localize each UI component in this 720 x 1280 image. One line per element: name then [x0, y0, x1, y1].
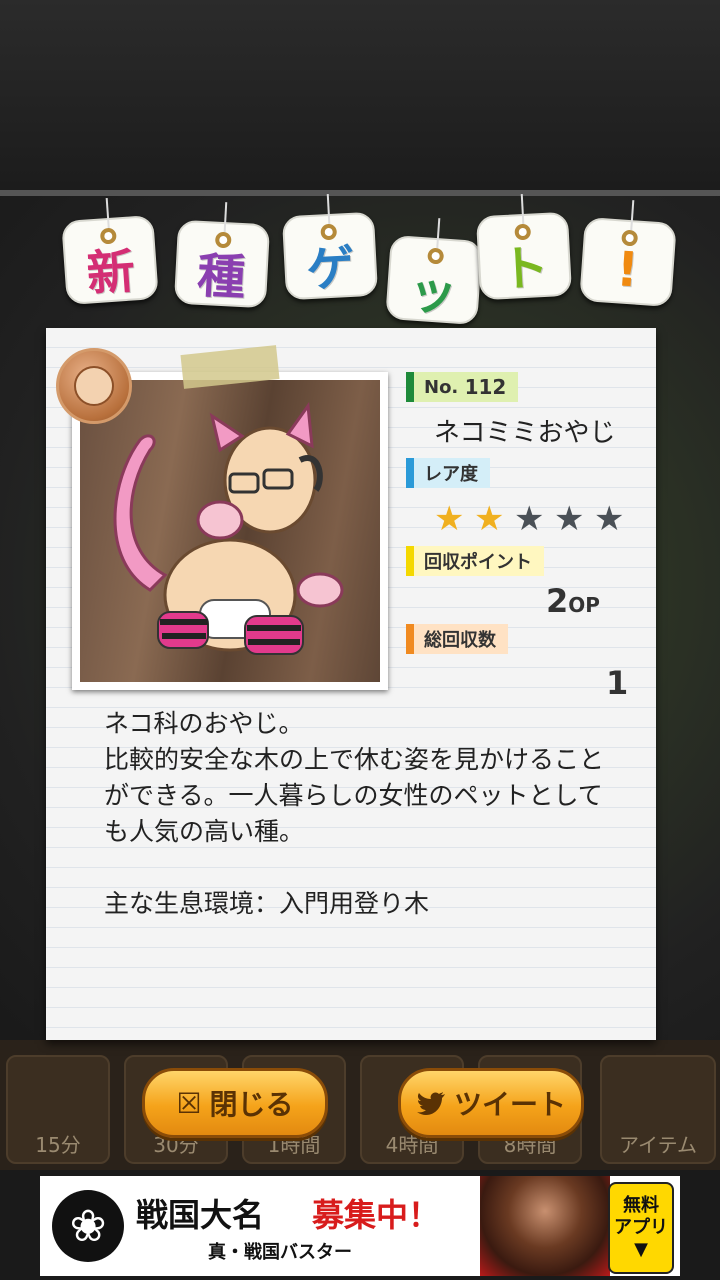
- creature-illustration: [113, 401, 344, 655]
- tweet-button-label: ツイート: [453, 1088, 566, 1121]
- total-label: 総回収数: [406, 624, 508, 654]
- top-status-area: [0, 0, 720, 190]
- points-value: 2OP: [546, 582, 600, 620]
- total-value: 1: [606, 664, 629, 702]
- badge-line-2: アプリ: [614, 1217, 668, 1238]
- header-tag-1: 新: [61, 198, 159, 306]
- points-unit: OP: [568, 593, 600, 617]
- header-char: !: [614, 241, 641, 299]
- points-label: 回収ポイント: [406, 546, 544, 576]
- close-button-label: 閉じる: [209, 1088, 294, 1121]
- ad-title: 戦国大名: [136, 1196, 265, 1234]
- tray-item-15min: 15分: [6, 1055, 110, 1164]
- points-number: 2: [546, 582, 569, 620]
- star-empty-icon: ★: [514, 499, 545, 539]
- rarity-label: レア度: [406, 458, 490, 488]
- header-tag-2: 種: [173, 202, 271, 309]
- close-button[interactable]: ☒ 閉じる: [142, 1068, 328, 1138]
- header-tag-6: !: [579, 200, 677, 308]
- ad-free-app-badge[interactable]: 無料 アプリ ▼: [608, 1182, 674, 1274]
- header-tag-3: ゲ: [281, 193, 379, 301]
- ad-warrior-image: [480, 1176, 610, 1276]
- tray-item-items: アイテム: [600, 1055, 716, 1164]
- header-tag-5: ト: [475, 193, 573, 301]
- ad-headline: 募集中！: [312, 1196, 441, 1234]
- star-empty-icon: ★: [594, 499, 625, 539]
- star-empty-icon: ★: [554, 499, 585, 539]
- star-filled-icon: ★: [474, 499, 505, 539]
- header-tag-4: ッ: [385, 218, 483, 326]
- ad-banner[interactable]: ❀ 戦国大名 募集中！ 真・戦国バスター 無料 アプリ ▼: [40, 1176, 680, 1276]
- badge-line-1: 無料: [623, 1195, 659, 1216]
- number-prefix: No.: [424, 376, 459, 398]
- bronze-medal-icon: [56, 348, 132, 424]
- creature-description: ネコ科のおやじ。 比較的安全な木の上で休む姿を見かけることができる。一人暮らしの…: [104, 709, 605, 918]
- download-arrow-icon: ▼: [634, 1239, 648, 1260]
- creature-name: ネコミミおやじ: [434, 418, 616, 448]
- ad-subtitle: 真・戦国バスター: [208, 1242, 352, 1263]
- tray-label: アイテム: [619, 1133, 697, 1157]
- twitter-bird-icon: [416, 1092, 445, 1115]
- tray-label: 15分: [35, 1133, 81, 1157]
- tweet-button[interactable]: ツイート: [398, 1068, 584, 1138]
- creature-image: [80, 380, 380, 682]
- creature-photo: [72, 372, 388, 690]
- close-icon: ☒: [176, 1086, 202, 1120]
- star-filled-icon: ★: [434, 499, 465, 539]
- number-label: No. 112: [406, 372, 519, 402]
- family-crest-icon: ❀: [52, 1190, 124, 1262]
- number-value: 112: [464, 375, 507, 399]
